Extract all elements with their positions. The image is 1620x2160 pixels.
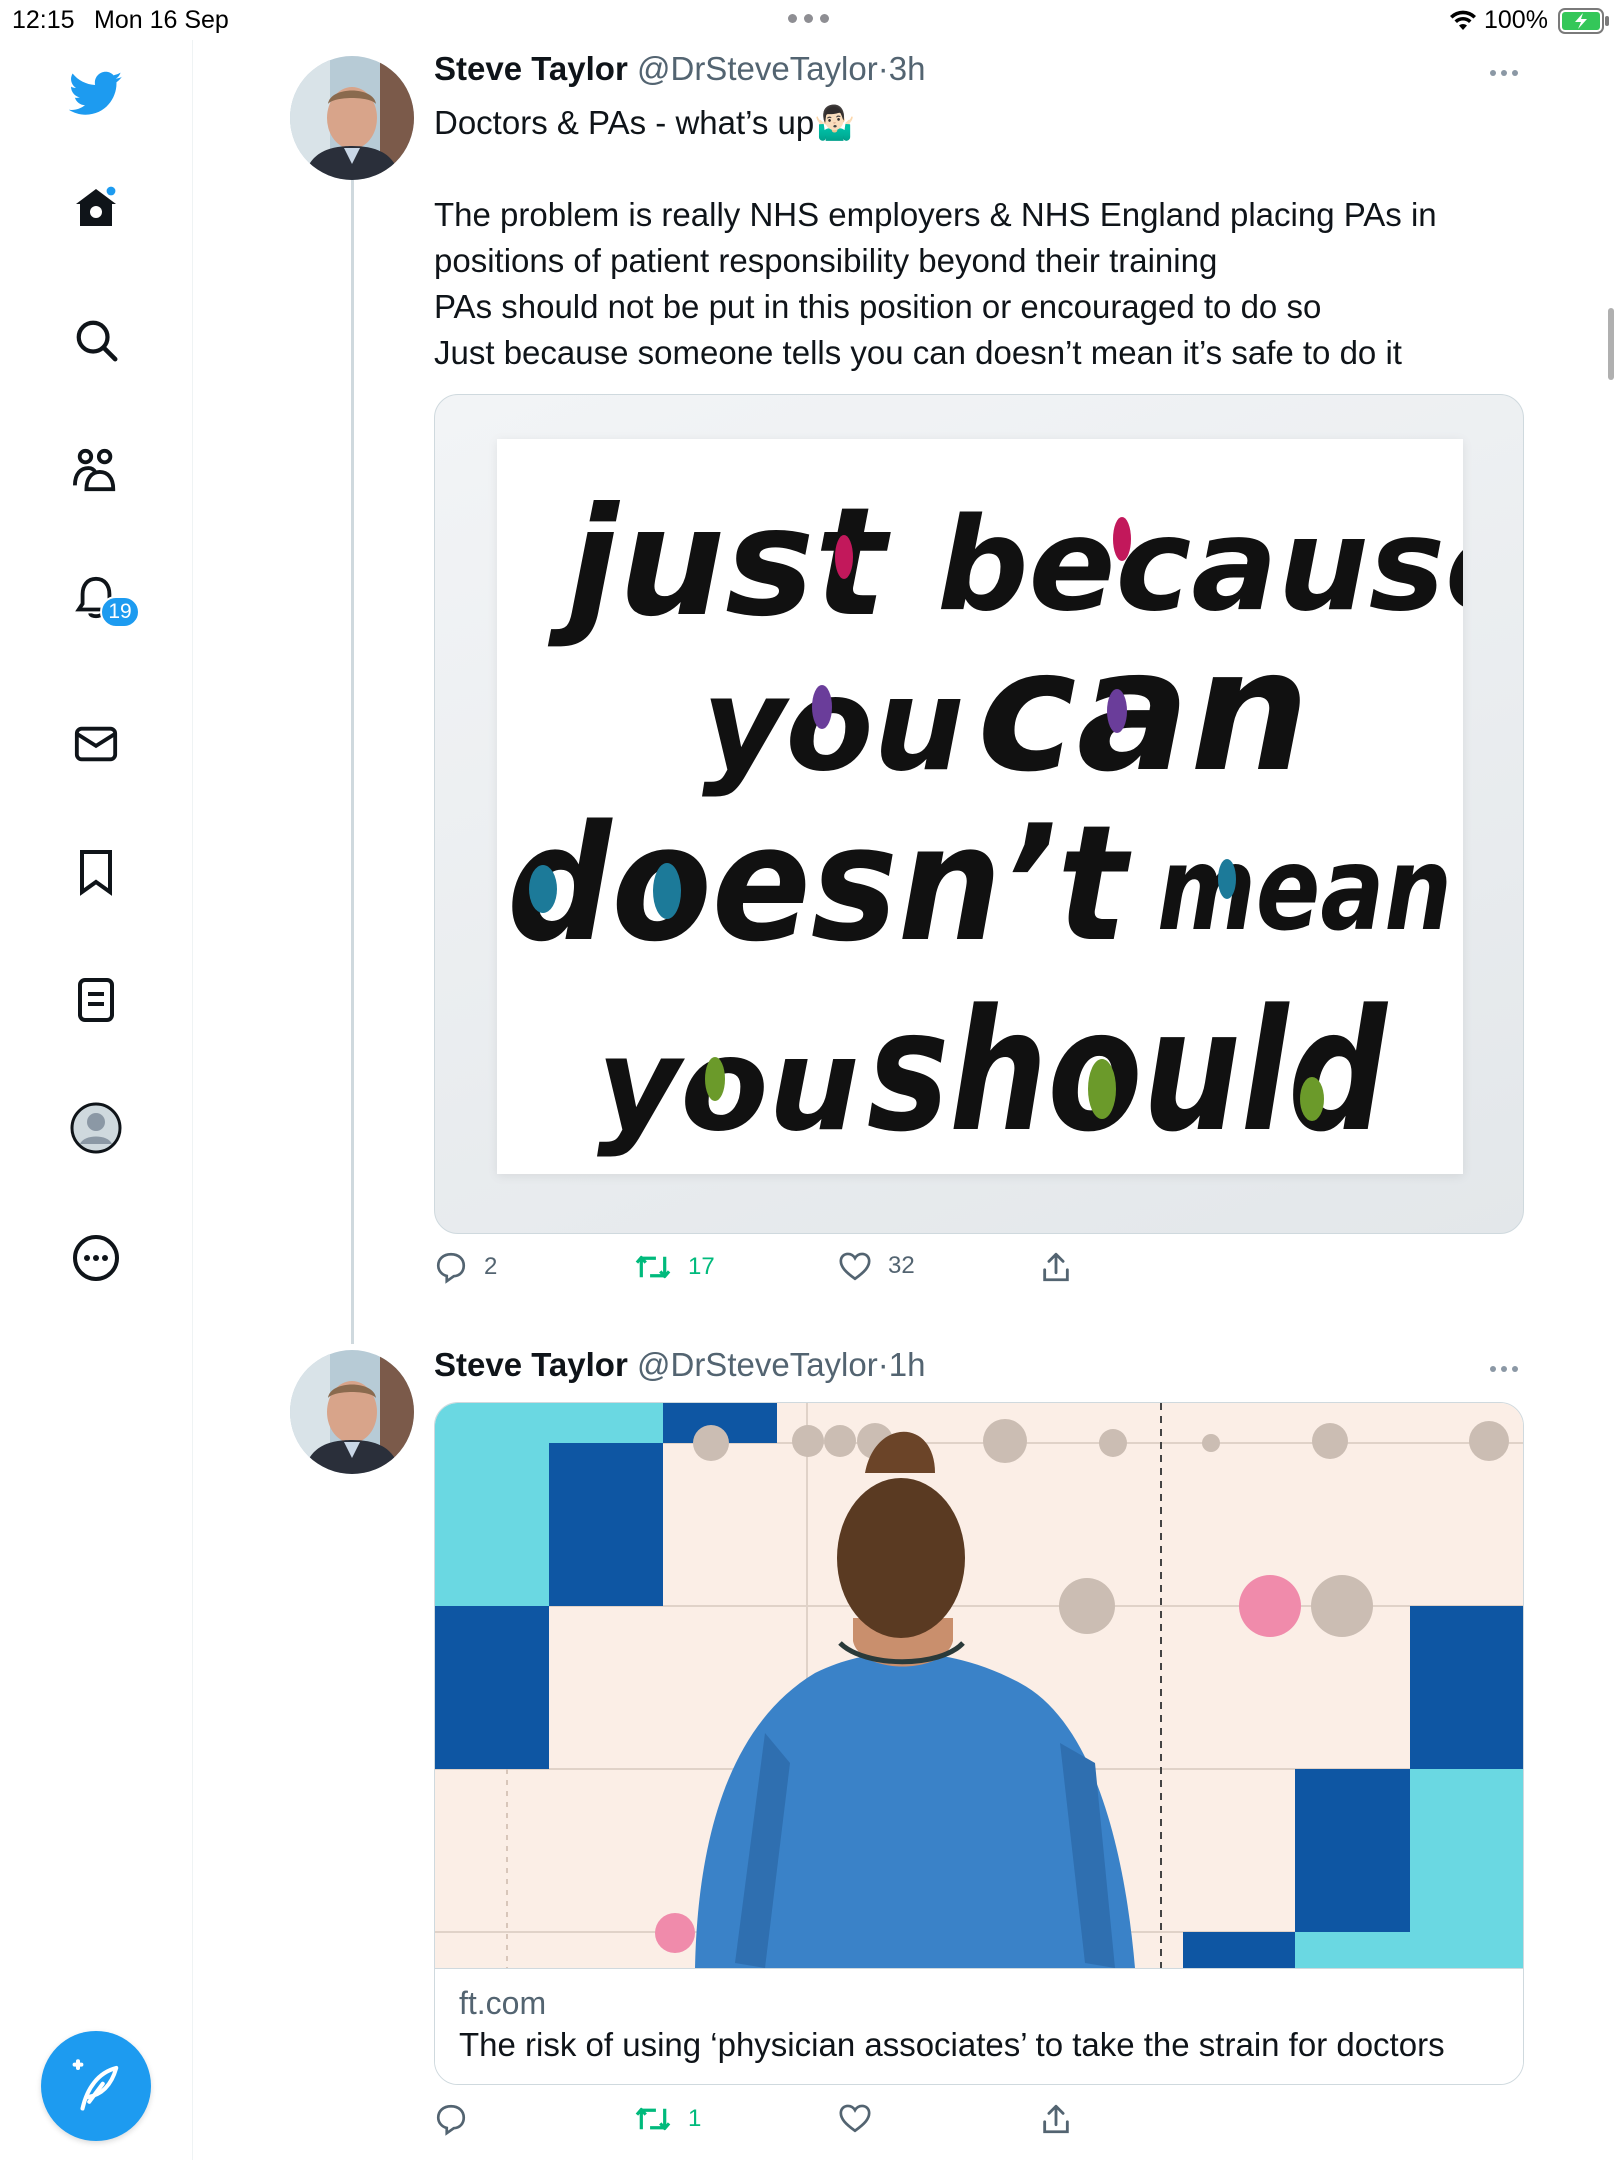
notifications-badge: 19: [100, 596, 140, 628]
retweet-button[interactable]: 1: [634, 2102, 701, 2136]
multitasking-dots-icon[interactable]: [788, 14, 829, 23]
home-icon[interactable]: [68, 180, 124, 236]
search-icon[interactable]: [68, 312, 124, 368]
quote-word: mean: [1157, 822, 1452, 957]
tweet-line: PAs should not be put in this position o…: [434, 288, 1322, 325]
separator-dot: ·: [877, 50, 889, 87]
tweet-line: Doctors & PAs - what’s up🤷🏻‍♂️: [434, 104, 856, 141]
status-date: Mon 16 Sep: [94, 6, 229, 34]
retweet-icon: [635, 2107, 671, 2131]
tweet-age[interactable]: 1h: [889, 1346, 926, 1383]
tweet-actions: 2 17 32: [434, 1250, 1134, 1290]
battery-percent: 100%: [1484, 6, 1548, 34]
tweet-age[interactable]: 3h: [889, 50, 926, 87]
sidebar: 19: [0, 40, 193, 2160]
heart-icon: [839, 2104, 871, 2133]
link-domain: ft.com: [459, 1985, 547, 2021]
share-button[interactable]: [1040, 1250, 1072, 1284]
share-icon: [1043, 1252, 1069, 1282]
quote-word: doesn’t: [507, 790, 1132, 977]
quote-word: you: [702, 651, 965, 800]
scrollbar[interactable]: [1608, 308, 1614, 380]
twitter-logo-icon[interactable]: [68, 66, 124, 122]
reply-icon: [436, 1252, 466, 1284]
battery-icon: [1558, 8, 1610, 41]
tweet-actions: 1: [434, 2102, 1134, 2142]
share-icon: [1043, 2104, 1069, 2134]
like-button[interactable]: [838, 2102, 888, 2134]
link-card[interactable]: ft.com The risk of using ‘physician asso…: [434, 1402, 1524, 2085]
retweet-count: 1: [688, 2105, 702, 2132]
more-options-icon[interactable]: [1490, 1366, 1518, 1372]
link-card-meta: ft.com The risk of using ‘physician asso…: [435, 1968, 1523, 2084]
reply-count: 2: [484, 1253, 498, 1280]
quote-word: should: [867, 973, 1388, 1169]
link-card-image: [435, 1403, 1523, 1968]
compose-tweet-button[interactable]: [41, 2031, 151, 2141]
author-handle[interactable]: @DrSteveTaylor: [637, 1346, 878, 1383]
like-button[interactable]: 32: [838, 1250, 915, 1282]
lists-icon[interactable]: [68, 972, 124, 1028]
bookmarks-icon[interactable]: [68, 844, 124, 900]
quote-word: can: [977, 613, 1310, 809]
author-name[interactable]: Steve Taylor: [434, 50, 628, 87]
like-count: 32: [888, 1252, 915, 1279]
more-options-icon[interactable]: [1490, 70, 1518, 76]
heart-icon: [839, 1252, 871, 1281]
retweet-button[interactable]: 17: [634, 1250, 715, 1284]
wifi-icon: [1448, 8, 1478, 39]
share-button[interactable]: [1040, 2102, 1072, 2136]
status-bar: 12:15 Mon 16 Sep 100%: [0, 0, 1620, 40]
tweet-header: Steve Taylor @DrSteveTaylor·3h: [434, 50, 925, 88]
link-title: The risk of using ‘physician associates’…: [459, 2026, 1445, 2063]
reply-button[interactable]: [434, 2102, 484, 2136]
quote-poster: just because you can doesn’t mean you sh…: [497, 439, 1523, 1174]
avatar[interactable]: [290, 56, 414, 180]
tweet-image[interactable]: just because you can doesn’t mean you sh…: [434, 394, 1524, 1234]
compose-tweet-icon: [72, 2059, 119, 2111]
tweet-text: Doctors & PAs - what’s up🤷🏻‍♂️ The probl…: [434, 100, 1437, 376]
reply-button[interactable]: 2: [434, 1250, 497, 1284]
tweet-line: Just because someone tells you can doesn…: [434, 334, 1402, 371]
more-icon[interactable]: [68, 1230, 124, 1286]
author-name[interactable]: Steve Taylor: [434, 1346, 628, 1383]
tweet-line: The problem is really NHS employers & NH…: [434, 196, 1437, 233]
avatar[interactable]: [290, 1350, 414, 1474]
author-handle[interactable]: @DrSteveTaylor: [637, 50, 878, 87]
reply-icon: [436, 2104, 466, 2136]
status-time: 12:15: [12, 6, 75, 34]
retweet-icon: [635, 1255, 671, 1279]
profile-icon[interactable]: [68, 1100, 124, 1156]
tweet-line: positions of patient responsibility beyo…: [434, 242, 1218, 279]
communities-icon[interactable]: [68, 442, 124, 498]
separator-dot: ·: [877, 1346, 889, 1383]
messages-icon[interactable]: [68, 716, 124, 772]
quote-word: you: [597, 1011, 860, 1160]
thread-connector: [351, 178, 354, 1344]
tweet-header: Steve Taylor @DrSteveTaylor·1h: [434, 1346, 925, 1384]
tweet-line: [434, 146, 1437, 192]
retweet-count: 17: [688, 1253, 715, 1280]
